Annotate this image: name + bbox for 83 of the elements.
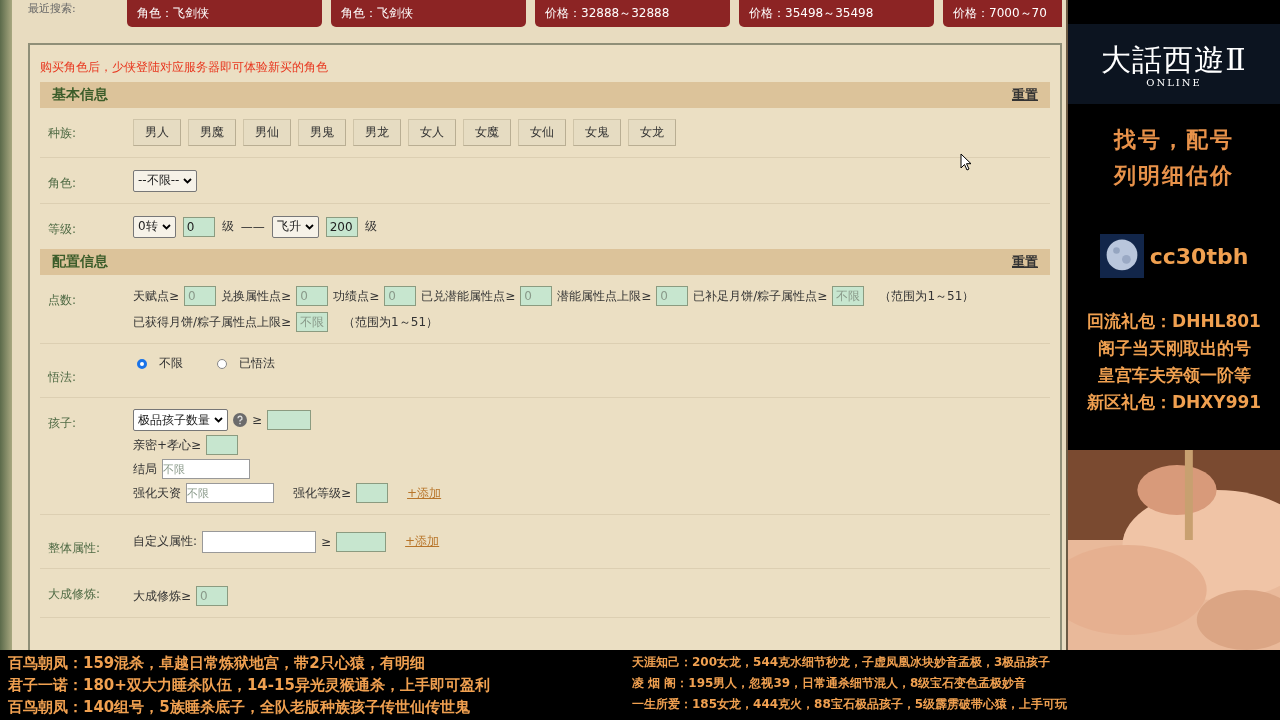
range-note: （范围为1～51） <box>879 287 975 305</box>
promo-text: 阁子当天刚取出的号 <box>1096 337 1252 360</box>
unit-text: 级 <box>221 218 234 235</box>
field-label: 强化等级≥ <box>293 484 352 502</box>
ge-text: ≥ <box>321 534 332 549</box>
help-icon[interactable] <box>233 413 247 427</box>
field-label: 已兑潜能属性点≥ <box>421 287 516 305</box>
field-label: 亲密+孝心≥ <box>133 436 202 454</box>
slogan-text: 列明细估价 <box>1112 162 1235 190</box>
field-label: 已获得月饼/粽子属性点上限≥ <box>133 313 292 331</box>
ge-text: ≥ <box>252 413 263 427</box>
caret-icon <box>304 223 314 230</box>
count-input[interactable] <box>267 410 312 430</box>
caret-icon <box>161 223 171 230</box>
range-note: （范围为1～51） <box>343 313 438 331</box>
recent-search-chip[interactable]: 价格：7000～70 <box>943 0 1062 27</box>
notice-text: 购买角色后，少侠登陆对应服务器即可体验新买的角色 <box>40 59 329 76</box>
attribute-value-input[interactable] <box>336 531 387 552</box>
race-button[interactable]: 男魔 <box>188 119 236 146</box>
race-button[interactable]: 女人 <box>408 119 456 146</box>
promo-text: 回流礼包：DHHL801 <box>1086 310 1262 333</box>
field-label: 潜能属性点上限≥ <box>557 287 652 305</box>
race-button[interactable]: 女鬼 <box>573 119 621 146</box>
field-label: 功绩点≥ <box>333 287 380 305</box>
recent-search-chip[interactable]: 角色：飞剑侠 <box>331 0 526 27</box>
field-label: 角色: <box>47 175 78 192</box>
promo-text: 皇宫车夫旁领一阶等 <box>1096 364 1252 387</box>
section-title: 配置信息 <box>52 253 108 271</box>
level-input[interactable]: 0 <box>182 216 215 237</box>
ticker-text: 百鸟朝凤：159混杀，卓越日常炼狱地宫，带2只心猿，有明细 <box>8 653 426 674</box>
field-label: 自定义属性: <box>133 533 198 550</box>
enhance-input[interactable] <box>356 483 389 503</box>
recent-search-chip[interactable]: 价格：35498～35498 <box>739 0 934 27</box>
cursor-icon <box>960 153 972 171</box>
level-select[interactable]: 飞升 <box>271 215 319 238</box>
promo-text: 新区礼包：DHXY991 <box>1085 391 1263 414</box>
field-label: 结局 <box>133 460 157 478</box>
recent-search-chip[interactable]: 角色：飞剑侠 <box>127 0 322 27</box>
race-button[interactable]: 男龙 <box>353 119 401 146</box>
field-label: 兑换属性点≥ <box>221 287 292 305</box>
field-label: 大成修炼≥ <box>133 587 192 605</box>
field-label: 点数: <box>47 292 78 309</box>
moon-avatar-icon <box>1099 234 1144 278</box>
field-label: 悟法: <box>47 369 78 386</box>
reset-link[interactable]: 重置 <box>1012 253 1038 271</box>
caret-icon <box>183 177 193 184</box>
race-button[interactable]: 男仙 <box>243 119 291 146</box>
slogan-text: 找号，配号 <box>1112 126 1235 154</box>
unit-text: 级 <box>364 218 377 235</box>
recent-search-chip[interactable]: 价格：32888～32888 <box>535 0 730 27</box>
field-label: 孩子: <box>47 415 78 432</box>
children-select[interactable]: 极品孩子数量 <box>133 409 228 431</box>
race-button[interactable]: 女魔 <box>463 119 511 146</box>
field-label: 整体属性: <box>47 540 102 557</box>
role-select[interactable]: --不限-- <box>133 169 198 192</box>
race-button[interactable]: 男人 <box>133 119 181 146</box>
field-label: 等级: <box>47 221 78 238</box>
intimacy-input[interactable] <box>206 435 239 455</box>
ticker-text: 天涯知己：200女龙，544克水细节秒龙，子虚凤凰冰块妙音孟极，3极品孩子 <box>632 654 1052 671</box>
radio-option[interactable]: 不限 <box>137 355 183 372</box>
caret-icon <box>214 417 223 423</box>
reset-link[interactable]: 重置 <box>1012 86 1038 104</box>
level-input[interactable]: 200 <box>325 216 358 237</box>
field-label: 天赋点≥ <box>133 287 180 305</box>
recent-search-label: 最近搜索: <box>28 1 77 16</box>
radio-option[interactable]: 已悟法 <box>217 355 275 372</box>
race-button[interactable]: 女龙 <box>628 119 676 146</box>
field-label: 已补足月饼/粽子属性点≥ <box>693 287 828 305</box>
level-select[interactable]: 0转 <box>133 215 176 238</box>
race-button[interactable]: 男鬼 <box>298 119 346 146</box>
field-label: 种族: <box>47 125 78 142</box>
custom-attribute-input[interactable] <box>202 530 317 553</box>
ticker-text: 一生所爱：185女龙，444克火，88宝石极品孩子，5级霹雳破带心猿，上手可玩 <box>632 696 1068 713</box>
dash-text: —— <box>240 219 265 234</box>
handle-text: cc30tbh <box>1149 243 1249 269</box>
race-button[interactable]: 女仙 <box>518 119 566 146</box>
ticker-text: 君子一诺：180+双大力睡杀队伍，14-15异光灵猴通杀，上手即可盈利 <box>8 675 491 696</box>
field-label: 强化天资 <box>133 484 181 502</box>
section-title: 基本信息 <box>52 86 108 104</box>
game-logo: 大話西遊Ⅱ ONLINE <box>1068 24 1280 104</box>
ticker-text: 百鸟朝凤：140组号，5族睡杀底子，全队老版种族孩子传世仙传世鬼 <box>8 697 471 718</box>
ticker-text: 凌 烟 阁：195男人，忽视39，日常通杀细节混人，8级宝石变色孟极妙音 <box>632 675 1028 692</box>
field-label: 大成修炼: <box>47 586 102 603</box>
